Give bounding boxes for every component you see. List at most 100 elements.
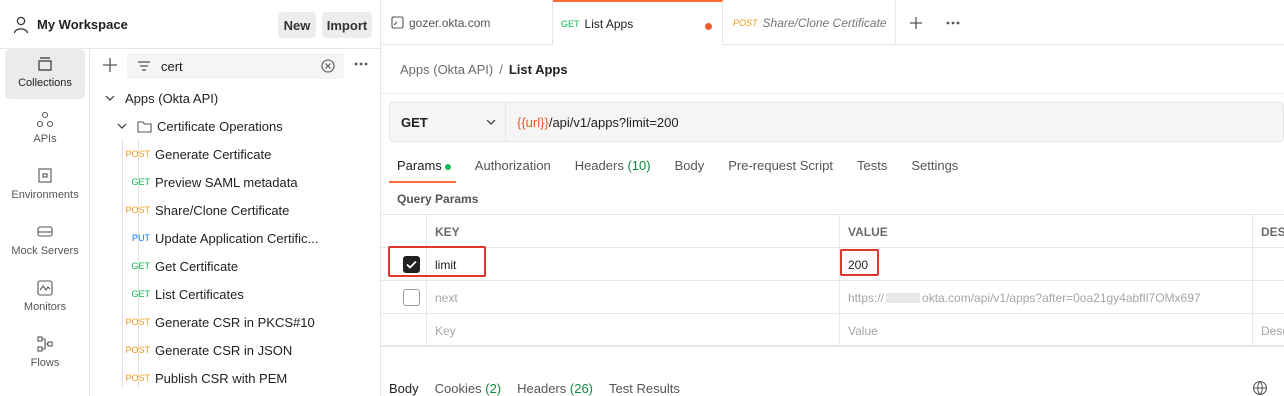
tab-bar: gozer.okta.com GET List Apps POST Share/…: [381, 0, 1284, 45]
value-suffix: okta.com/api/v1/apps?after=0oa21gy4abfIl…: [922, 290, 1201, 305]
tab-label: Headers: [517, 381, 567, 396]
method-badge: POST: [125, 205, 150, 215]
tab-authorization[interactable]: Authorization: [475, 158, 551, 178]
request-name: Update Application Certific...: [155, 230, 319, 246]
window-icon: [391, 16, 404, 29]
tab-body[interactable]: Body: [675, 158, 705, 178]
rail-item-mock-servers[interactable]: Mock Servers: [5, 217, 85, 267]
tab-label: List Apps: [584, 16, 634, 31]
header-cell: [389, 215, 426, 248]
url-input[interactable]: {{url}}/api/v1/apps?limit=200: [517, 115, 679, 130]
param-key[interactable]: limit: [426, 248, 839, 281]
url-bar: GET {{url}}/api/v1/apps?limit=200: [389, 102, 1284, 142]
breadcrumb-current[interactable]: List Apps: [509, 62, 568, 77]
tab-settings[interactable]: Settings: [911, 158, 958, 178]
tab-response-headers[interactable]: Headers (26): [517, 381, 593, 396]
param-value[interactable]: 200: [839, 248, 1252, 281]
request-item[interactable]: GET Preview SAML metadata: [91, 168, 381, 196]
active-tab-underline: [389, 181, 456, 183]
user-icon[interactable]: [13, 16, 29, 34]
headers-count: (10): [627, 158, 651, 173]
more-options-icon[interactable]: [353, 57, 369, 71]
method-value: GET: [401, 114, 428, 130]
new-value-input[interactable]: Value: [839, 314, 1252, 347]
request-item[interactable]: PUT Update Application Certific...: [91, 224, 381, 252]
rail-item-apis[interactable]: APIs: [5, 105, 85, 155]
import-button[interactable]: Import: [322, 12, 372, 38]
search-box[interactable]: [127, 53, 344, 79]
tab-headers[interactable]: Headers (10): [575, 158, 651, 178]
tab-label: Params: [397, 158, 442, 173]
rail-item-monitors[interactable]: Monitors: [5, 273, 85, 323]
environments-icon: [38, 168, 52, 183]
rail-item-collections[interactable]: Collections: [5, 49, 85, 99]
collection-item[interactable]: Apps (Okta API): [91, 84, 381, 112]
method-badge: POST: [125, 149, 150, 159]
query-params-title: Query Params: [397, 192, 479, 206]
tab-params[interactable]: Params: [397, 158, 451, 178]
new-key-input[interactable]: Key: [426, 314, 839, 347]
globe-icon[interactable]: [1252, 380, 1268, 396]
response-divider: [381, 346, 1284, 347]
request-name: List Certificates: [155, 286, 244, 302]
request-item[interactable]: GET Get Certificate: [91, 252, 381, 280]
chevron-down-icon: [117, 123, 127, 129]
folder-item[interactable]: Certificate Operations: [91, 112, 381, 140]
redacted-block: [886, 292, 921, 303]
header-description: DES: [1252, 215, 1284, 248]
rail-item-flows[interactable]: Flows: [5, 329, 85, 379]
response-tabs: Body Cookies (2) Headers (26) Test Resul…: [389, 381, 696, 396]
apis-icon: [36, 111, 54, 128]
tab-label: gozer.okta.com: [409, 15, 491, 30]
tab-test-results[interactable]: Test Results: [609, 381, 680, 396]
tab-label: Headers: [574, 158, 624, 173]
request-name: Get Certificate: [155, 258, 239, 274]
request-item[interactable]: POST Share/Clone Certificate: [91, 196, 381, 224]
method-select[interactable]: GET: [390, 103, 506, 141]
more-tabs-icon[interactable]: [945, 18, 961, 28]
param-key[interactable]: next: [426, 281, 839, 314]
new-button[interactable]: New: [278, 12, 316, 38]
param-description[interactable]: [1252, 281, 1284, 314]
request-item[interactable]: POST Publish CSR with PEM: [91, 364, 381, 392]
tab-response-body[interactable]: Body: [389, 381, 419, 396]
request-item[interactable]: POST Generate CSR in PKCS#10: [91, 308, 381, 336]
add-collection-icon[interactable]: [101, 56, 119, 74]
request-item[interactable]: GET List Certificates: [91, 280, 381, 308]
header-value: VALUE: [839, 215, 1252, 248]
param-description[interactable]: [1252, 248, 1284, 281]
tab-gozer[interactable]: gozer.okta.com: [381, 0, 553, 45]
tab-prerequest[interactable]: Pre-request Script: [728, 158, 833, 178]
request-name: Generate Certificate: [155, 146, 272, 162]
breadcrumb-parent[interactable]: Apps (Okta API): [400, 62, 493, 77]
table-row-new: Key Value Desc: [381, 313, 1284, 347]
tab-tests[interactable]: Tests: [857, 158, 887, 178]
rail-item-environments[interactable]: Environments: [5, 161, 85, 211]
request-item[interactable]: POST Generate CSR in JSON: [91, 336, 381, 364]
rail-label: Flows: [30, 357, 60, 369]
param-value[interactable]: https:// okta.com/api/v1/apps?after=0oa21…: [839, 281, 1252, 314]
method-badge: GET: [131, 261, 150, 271]
search-input[interactable]: [161, 57, 311, 75]
request-item[interactable]: POST Generate Certificate: [91, 140, 381, 168]
tab-list-apps[interactable]: GET List Apps: [553, 0, 723, 45]
tab-cookies[interactable]: Cookies (2): [435, 381, 501, 396]
divider: [381, 93, 1284, 94]
url-path: /api/v1/apps?limit=200: [548, 115, 679, 130]
chevron-down-icon: [486, 119, 496, 125]
param-checkbox[interactable]: [403, 289, 420, 306]
clear-search-icon[interactable]: [321, 59, 335, 73]
add-tab-icon[interactable]: [909, 16, 923, 30]
request-pane: gozer.okta.com GET List Apps POST Share/…: [381, 0, 1284, 396]
workspace-title[interactable]: My Workspace: [37, 17, 128, 32]
new-description-input[interactable]: Desc: [1252, 314, 1284, 347]
rail-label: APIs: [33, 133, 57, 145]
chevron-down-icon: [105, 95, 115, 101]
table-row: limit 200: [381, 247, 1284, 281]
request-tabs: Params Authorization Headers (10) Body P…: [397, 158, 982, 178]
tab-share-clone[interactable]: POST Share/Clone Certificate: [723, 0, 896, 45]
breadcrumb: Apps (Okta API) / List Apps: [400, 62, 568, 77]
flows-icon: [37, 336, 53, 352]
method-badge: POST: [125, 317, 150, 327]
method-badge: POST: [733, 17, 758, 28]
